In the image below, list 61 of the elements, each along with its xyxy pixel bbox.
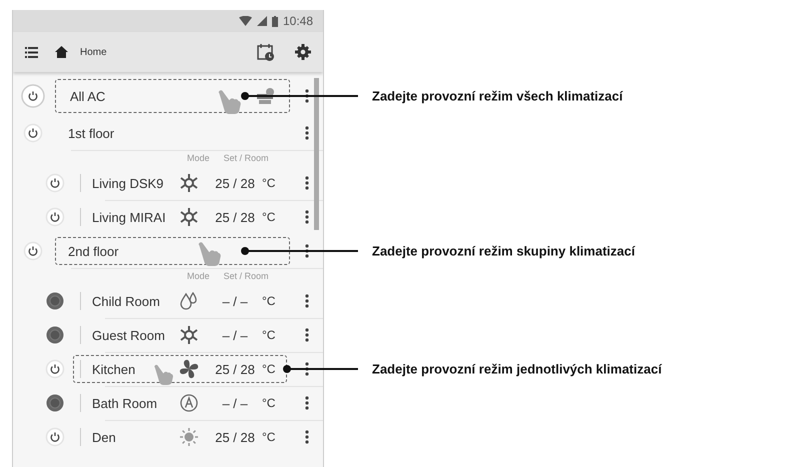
unit-name[interactable]: Living MIRAI	[92, 210, 178, 224]
unit-name[interactable]: Living DSK9	[92, 176, 178, 190]
power-button[interactable]	[44, 290, 66, 312]
column-header: Set / Room	[224, 271, 269, 281]
more-options-icon[interactable]	[305, 294, 309, 308]
temperature-reading: 25 / 28	[214, 176, 256, 190]
temperature-unit: °C	[262, 430, 276, 444]
settings-icon[interactable]	[295, 44, 311, 60]
column-header: Mode	[187, 271, 210, 281]
pointing-hand-drawing	[197, 240, 223, 266]
column-header: Set / Room	[224, 153, 269, 163]
power-button[interactable]	[44, 206, 66, 228]
more-options-icon[interactable]	[305, 210, 309, 224]
temperature-reading: – / –	[221, 396, 249, 410]
callout-text: Zadejte provozní režim jednotlivých klimatizací	[372, 362, 662, 376]
more-options-icon[interactable]	[305, 430, 309, 444]
group-name[interactable]: 2nd floor	[68, 244, 119, 258]
unit-name[interactable]: Den	[92, 430, 178, 444]
temperature-unit: °C	[262, 176, 276, 190]
power-button[interactable]	[44, 358, 66, 380]
callout-text: Zadejte provozní režim všech klimatizací	[372, 88, 623, 104]
power-button[interactable]	[44, 426, 66, 448]
wifi-icon	[238, 16, 252, 26]
unit-name[interactable]: Guest Room	[92, 328, 178, 342]
temperature-reading: – / –	[221, 328, 249, 342]
group-name[interactable]: 1st floor	[68, 126, 114, 140]
column-header: Mode	[187, 153, 210, 163]
scrollbar[interactable]	[314, 78, 319, 230]
temperature-unit: °C	[262, 328, 276, 342]
screen-title: Home	[80, 46, 107, 58]
power-button[interactable]	[22, 240, 44, 262]
more-options-icon[interactable]	[305, 328, 309, 342]
home-icon[interactable]	[55, 46, 68, 58]
power-button[interactable]	[44, 172, 66, 194]
menu-icon[interactable]	[25, 46, 38, 58]
temperature-unit: °C	[262, 362, 276, 376]
power-button[interactable]	[22, 122, 44, 144]
group-name[interactable]: All AC	[70, 88, 106, 104]
temperature-unit: °C	[262, 210, 276, 224]
power-button[interactable]	[44, 392, 66, 414]
more-options-icon[interactable]	[305, 126, 309, 140]
power-button[interactable]	[44, 324, 66, 346]
calendar-clock-icon[interactable]	[257, 43, 275, 61]
temperature-unit: °C	[262, 396, 276, 410]
more-options-icon[interactable]	[305, 396, 309, 410]
battery-icon	[272, 16, 278, 26]
pointing-hand-drawing	[153, 363, 175, 385]
power-button[interactable]	[20, 83, 46, 109]
temperature-reading: 25 / 28	[214, 430, 256, 444]
temperature-unit: °C	[262, 294, 276, 308]
pointing-hand-drawing	[217, 88, 243, 114]
temperature-reading: – / –	[221, 294, 249, 308]
temperature-reading: 25 / 28	[214, 362, 256, 376]
unit-name[interactable]: Bath Room	[92, 396, 178, 410]
status-time: 10:48	[282, 14, 313, 28]
unit-name[interactable]: Child Room	[92, 294, 178, 308]
callout-text: Zadejte provozní režim skupiny klimatizací	[372, 244, 635, 258]
signal-icon	[256, 16, 267, 26]
more-options-icon[interactable]	[305, 176, 309, 190]
temperature-reading: 25 / 28	[214, 210, 256, 224]
unit-name[interactable]: Kitchen	[92, 362, 178, 376]
